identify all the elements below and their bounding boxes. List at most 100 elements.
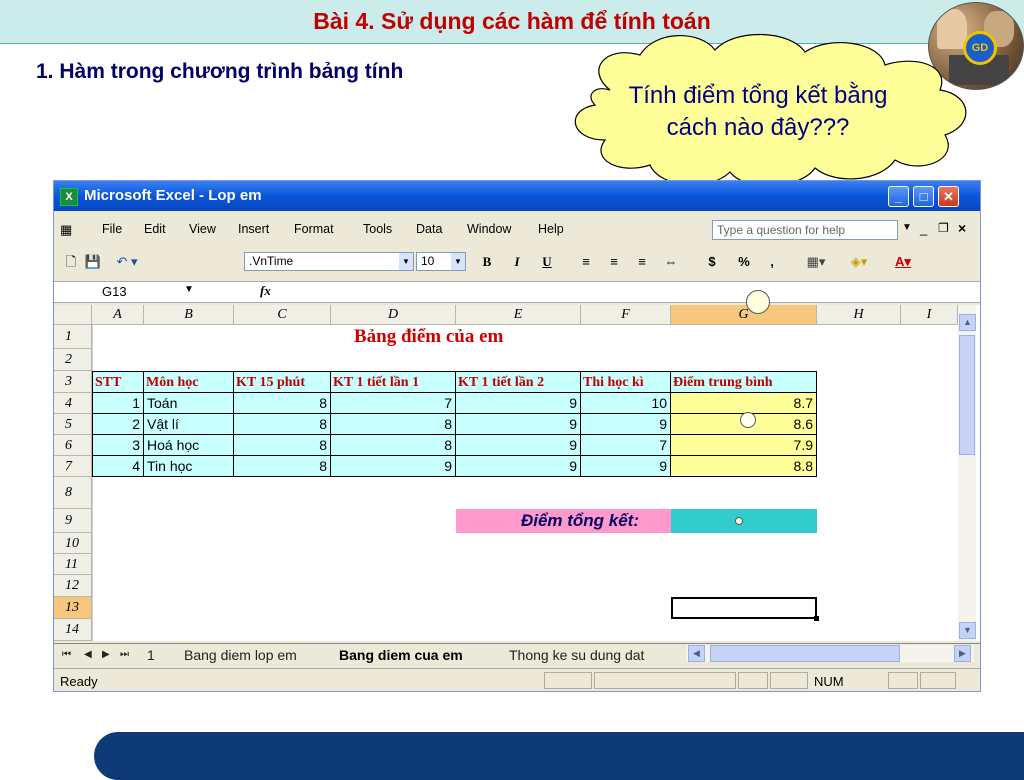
menu-help[interactable]: Help bbox=[538, 222, 564, 236]
fill-handle[interactable] bbox=[814, 616, 819, 621]
chevron-down-icon[interactable]: ▼ bbox=[399, 253, 413, 270]
row-header[interactable]: 7 bbox=[54, 456, 92, 477]
table-cell[interactable]: Toán bbox=[144, 393, 234, 414]
menu-edit[interactable]: Edit bbox=[144, 222, 166, 236]
table-cell[interactable]: 7 bbox=[581, 435, 671, 456]
table-cell[interactable]: 9 bbox=[331, 456, 456, 477]
row-header[interactable]: 14 bbox=[54, 619, 92, 641]
table-cell[interactable]: 8 bbox=[234, 456, 331, 477]
doc-close-icon[interactable]: × bbox=[958, 220, 966, 236]
table-cell[interactable]: 8 bbox=[331, 414, 456, 435]
table-cell[interactable]: Tin học bbox=[144, 456, 234, 477]
table-cell[interactable]: 9 bbox=[581, 456, 671, 477]
align-left-icon[interactable]: ≡ bbox=[576, 252, 596, 271]
workbook-icon[interactable]: ▦ bbox=[60, 222, 72, 238]
first-sheet-icon[interactable]: ⏮ bbox=[62, 646, 71, 664]
new-icon[interactable]: 🗋 bbox=[62, 252, 80, 271]
scroll-left-icon[interactable]: ◀ bbox=[688, 645, 705, 662]
font-size-select[interactable]: 10 ▼ bbox=[416, 252, 466, 271]
align-right-icon[interactable]: ≡ bbox=[632, 252, 652, 271]
row-header[interactable]: 2 bbox=[54, 349, 92, 371]
col-header-d[interactable]: D bbox=[331, 305, 456, 325]
font-name-select[interactable]: .VnTime ▼ bbox=[244, 252, 414, 271]
col-header-c[interactable]: C bbox=[234, 305, 331, 325]
scroll-right-icon[interactable]: ▶ bbox=[954, 645, 971, 662]
sheet-tab-bang-diem-lop-em[interactable]: Bang diem lop em bbox=[184, 646, 297, 664]
row-header[interactable]: 10 bbox=[54, 533, 92, 554]
help-search-input[interactable]: Type a question for help bbox=[712, 220, 898, 240]
header-kt2[interactable]: KT 1 tiết lần 2 bbox=[456, 371, 581, 393]
col-header-b[interactable]: B bbox=[144, 305, 234, 325]
table-cell[interactable]: 2 bbox=[92, 414, 144, 435]
last-sheet-icon[interactable]: ⏭ bbox=[120, 646, 129, 664]
table-cell[interactable]: 4 bbox=[92, 456, 144, 477]
chevron-down-icon[interactable]: ▼ bbox=[451, 253, 465, 270]
currency-button[interactable]: $ bbox=[704, 252, 720, 271]
col-header-i[interactable]: I bbox=[901, 305, 958, 325]
doc-minimize-icon[interactable]: _ bbox=[920, 221, 927, 236]
total-result-cell[interactable] bbox=[671, 509, 817, 533]
sheet-tab-bang-diem-cua-em[interactable]: Bang diem cua em bbox=[339, 646, 463, 664]
table-cell[interactable]: 8 bbox=[234, 414, 331, 435]
window-title-bar[interactable]: X Microsoft Excel - Lop em _ □ ✕ bbox=[54, 181, 980, 211]
table-cell[interactable]: 9 bbox=[456, 435, 581, 456]
table-cell[interactable]: 8 bbox=[234, 435, 331, 456]
minimize-button[interactable]: _ bbox=[888, 186, 909, 207]
comma-button[interactable]: , bbox=[766, 252, 778, 271]
borders-icon[interactable]: ▦▾ bbox=[802, 252, 830, 271]
worksheet-grid[interactable]: A B C D E F G H I 1 2 3 4 5 6 7 8 9 10 1… bbox=[54, 290, 980, 641]
table-cell[interactable]: 3 bbox=[92, 435, 144, 456]
next-sheet-icon[interactable]: ▶ bbox=[102, 646, 110, 664]
col-header-e[interactable]: E bbox=[456, 305, 581, 325]
col-header-f[interactable]: F bbox=[581, 305, 671, 325]
font-color-icon[interactable]: A▾ bbox=[888, 252, 918, 271]
doc-restore-icon[interactable]: ❐ bbox=[938, 221, 949, 235]
scroll-down-icon[interactable]: ▼ bbox=[959, 622, 976, 639]
table-cell[interactable]: Hoá học bbox=[144, 435, 234, 456]
table-cell[interactable]: 9 bbox=[456, 393, 581, 414]
row-header[interactable]: 13 bbox=[54, 597, 92, 619]
table-cell[interactable]: 1 bbox=[92, 393, 144, 414]
excel-window[interactable]: X Microsoft Excel - Lop em _ □ ✕ ▦ File … bbox=[53, 180, 981, 692]
table-cell[interactable]: 8 bbox=[234, 393, 331, 414]
function-icon[interactable]: fx bbox=[260, 283, 271, 299]
col-header-h[interactable]: H bbox=[817, 305, 901, 325]
select-all-corner[interactable] bbox=[54, 305, 92, 325]
menu-format[interactable]: Format bbox=[294, 222, 334, 236]
table-cell[interactable]: 10 bbox=[581, 393, 671, 414]
header-average[interactable]: Điểm trung bình bbox=[671, 371, 817, 393]
row-header[interactable]: 1 bbox=[54, 325, 92, 349]
menu-tools[interactable]: Tools bbox=[363, 222, 392, 236]
row-header[interactable]: 8 bbox=[54, 477, 92, 509]
table-cell[interactable]: 8.8 bbox=[671, 456, 817, 477]
table-cell[interactable]: 7.9 bbox=[671, 435, 817, 456]
table-cell[interactable]: 9 bbox=[456, 414, 581, 435]
total-label-cell[interactable]: Điểm tổng kết: bbox=[456, 509, 671, 533]
percent-button[interactable]: % bbox=[736, 252, 752, 271]
scroll-up-icon[interactable]: ▲ bbox=[959, 314, 976, 331]
header-kt15[interactable]: KT 15 phút bbox=[234, 371, 331, 393]
row-header[interactable]: 3 bbox=[54, 371, 92, 393]
align-center-icon[interactable]: ≡ bbox=[604, 252, 624, 271]
row-header[interactable]: 9 bbox=[54, 509, 92, 533]
save-icon[interactable]: 💾 bbox=[84, 252, 102, 271]
undo-icon[interactable]: ↶ ▾ bbox=[112, 252, 142, 271]
prev-sheet-icon[interactable]: ◀ bbox=[84, 646, 92, 664]
menu-data[interactable]: Data bbox=[416, 222, 442, 236]
menu-insert[interactable]: Insert bbox=[238, 222, 269, 236]
header-subject[interactable]: Môn học bbox=[144, 371, 234, 393]
italic-button[interactable]: I bbox=[508, 252, 526, 271]
horizontal-scrollbar[interactable]: ◀ ▶ bbox=[686, 645, 974, 662]
help-dropdown-icon[interactable]: ▼ bbox=[902, 222, 912, 233]
row-header[interactable]: 6 bbox=[54, 435, 92, 456]
sheet-tab-1[interactable]: 1 bbox=[147, 646, 155, 664]
row-header[interactable]: 12 bbox=[54, 575, 92, 597]
table-cell[interactable]: 7 bbox=[331, 393, 456, 414]
underline-button[interactable]: U bbox=[538, 252, 556, 271]
fill-color-icon[interactable]: ◈▾ bbox=[844, 252, 874, 271]
menu-file[interactable]: File bbox=[102, 222, 122, 236]
active-cell-g13[interactable] bbox=[671, 597, 819, 621]
sheet-tab-thong-ke[interactable]: Thong ke su dung dat bbox=[509, 646, 644, 664]
vertical-scrollbar[interactable]: ▲ ▼ bbox=[958, 305, 976, 641]
menu-window[interactable]: Window bbox=[467, 222, 511, 236]
